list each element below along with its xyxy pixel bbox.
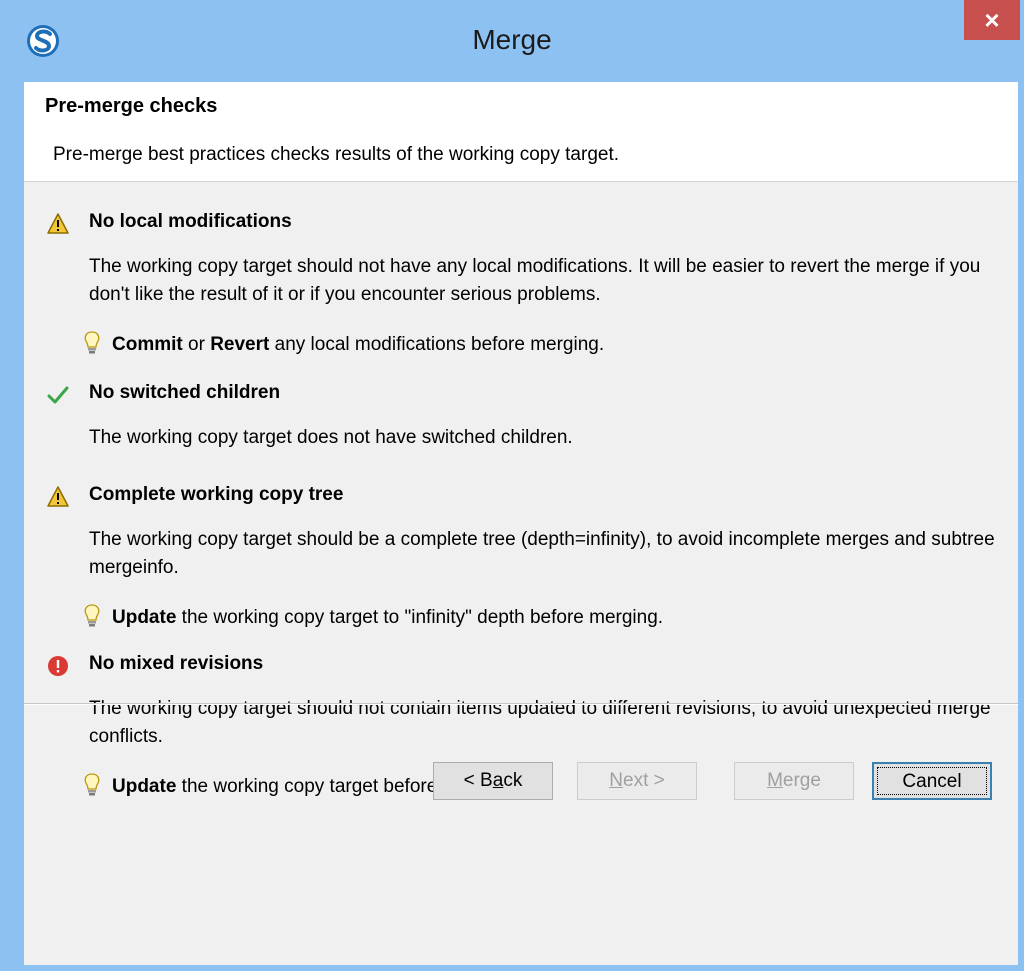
check-description: The working copy target should be a comp… <box>89 529 995 578</box>
check-title: No local modifications <box>89 211 292 232</box>
button-label: Cancel <box>902 771 962 792</box>
lightbulb-icon <box>84 331 100 354</box>
hint-action-commit: Commit <box>112 334 183 355</box>
check-title: No mixed revisions <box>89 653 264 674</box>
next-button[interactable]: Next > <box>577 762 697 800</box>
check-description: The working copy target does not have sw… <box>89 427 573 448</box>
check-title: Complete working copy tree <box>89 484 344 505</box>
dialog-body: Pre-merge checks Pre-merge best practice… <box>24 82 1018 965</box>
hint-text: any local modifications before merging. <box>269 334 605 355</box>
close-button[interactable]: × <box>964 0 1020 40</box>
error-icon <box>48 656 68 676</box>
merge-button[interactable]: Merge <box>734 762 854 800</box>
checkmark-icon <box>47 386 69 404</box>
hint-text: or <box>182 334 211 355</box>
hint-text: the working copy target to "infinity" de… <box>176 607 664 628</box>
cancel-button[interactable]: Cancel <box>872 762 992 800</box>
check-title: No switched children <box>89 382 281 403</box>
checks-list: No local modifications The working copy … <box>24 182 1018 797</box>
wizard-header: Pre-merge checks Pre-merge best practice… <box>24 82 1018 182</box>
button-label: erge <box>782 770 821 791</box>
page-title: Pre-merge checks <box>45 95 218 117</box>
page-description: Pre-merge best practices checks results … <box>53 144 620 165</box>
check-hint: Commit or Revert any local modifications… <box>82 331 604 356</box>
button-mnemonic: a <box>492 770 504 791</box>
button-label: ext > <box>623 770 665 791</box>
button-mnemonic: M <box>767 770 783 791</box>
merge-dialog: Merge × Pre-merge checks Pre-merge best … <box>0 0 1024 971</box>
button-label: < B <box>463 770 493 791</box>
warning-icon <box>47 213 69 234</box>
button-mnemonic: N <box>609 770 623 791</box>
hint-action-update: Update <box>112 776 177 797</box>
warning-icon <box>47 486 69 507</box>
check-hint: Update the working copy target to "infin… <box>82 604 663 629</box>
lightbulb-icon <box>84 773 100 796</box>
lightbulb-icon <box>84 604 100 627</box>
button-label: ck <box>503 770 523 791</box>
window-title: Merge <box>472 24 552 55</box>
title-bar[interactable]: Merge × <box>0 0 1024 82</box>
back-button[interactable]: < Back <box>433 762 553 800</box>
check-description: The working copy target should not have … <box>89 256 981 305</box>
hint-action-revert: Revert <box>210 334 270 355</box>
footer-divider <box>24 703 1018 705</box>
hint-action-update: Update <box>112 607 177 628</box>
